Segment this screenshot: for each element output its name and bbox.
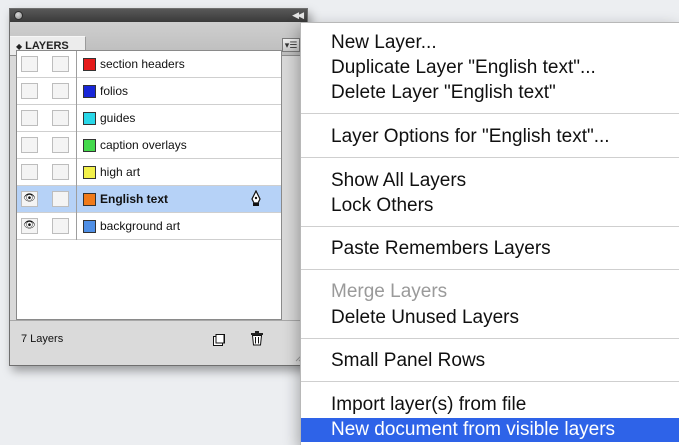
row-divider [76, 213, 77, 240]
menu-item-new-document-from-visible-layers[interactable]: New document from visible layers [301, 418, 679, 442]
layer-name[interactable]: caption overlays [100, 132, 187, 159]
layer-name[interactable]: guides [100, 105, 135, 132]
new-layer-icon[interactable] [213, 334, 225, 346]
lock-toggle[interactable] [52, 191, 69, 207]
layer-color-swatch [83, 220, 96, 233]
menu-item-delete-layer[interactable]: Delete Layer "English text" [301, 80, 679, 105]
layer-color-swatch [83, 139, 96, 152]
menu-separator [301, 157, 679, 158]
layer-count: 7 Layers [21, 333, 64, 345]
menu-item-paste-remembers-layers[interactable]: Paste Remembers Layers [301, 236, 679, 261]
menu-item-layer-options[interactable]: Layer Options for "English text"... [301, 124, 679, 149]
layer-color-swatch [83, 85, 96, 98]
row-divider [76, 105, 77, 132]
menu-separator [301, 338, 679, 339]
row-divider [76, 132, 77, 159]
visibility-toggle[interactable] [21, 110, 38, 126]
layer-row[interactable]: section headers [17, 51, 281, 78]
layer-color-swatch [83, 166, 96, 179]
menu-separator [301, 381, 679, 382]
row-divider [76, 51, 77, 78]
layer-row[interactable]: high art [17, 159, 281, 186]
menu-item-new-layer[interactable]: New Layer... [301, 30, 679, 55]
layer-color-swatch [83, 58, 96, 71]
eye-icon: 👁 [23, 193, 36, 204]
menu-item-merge-layers: Merge Layers [331, 281, 448, 302]
layer-row-selected[interactable]: 👁 English text [17, 186, 281, 213]
pen-icon [251, 190, 261, 206]
row-divider [76, 78, 77, 105]
lock-toggle[interactable] [52, 164, 69, 180]
layer-name[interactable]: English text [100, 186, 168, 213]
layers-context-menu: New Layer... Duplicate Layer "English te… [300, 22, 679, 445]
menu-item-show-all-layers[interactable]: Show All Layers [301, 168, 679, 193]
trash-icon[interactable] [250, 331, 264, 346]
lock-toggle[interactable] [52, 83, 69, 99]
panel-menu-button[interactable]: ▾☰ [282, 38, 300, 52]
layers-list: section headers folios guides caption ov… [16, 50, 282, 320]
layer-row[interactable]: folios [17, 78, 281, 105]
layer-name[interactable]: section headers [100, 51, 185, 78]
menu-separator [301, 269, 679, 270]
lock-toggle[interactable] [52, 137, 69, 153]
eye-icon: 👁 [23, 220, 36, 231]
layer-color-swatch [83, 112, 96, 125]
menu-item-delete-unused-layers[interactable]: Delete Unused Layers [301, 305, 679, 330]
visibility-toggle[interactable] [21, 56, 38, 72]
layer-name[interactable]: folios [100, 78, 128, 105]
panel-titlebar[interactable]: ◀◀ [10, 9, 307, 22]
visibility-toggle[interactable] [21, 83, 38, 99]
layer-color-swatch [83, 193, 96, 206]
row-divider [76, 159, 77, 186]
visibility-toggle[interactable] [21, 164, 38, 180]
panel-footer: 7 Layers [10, 320, 307, 365]
close-icon[interactable] [14, 11, 23, 20]
layer-name[interactable]: background art [100, 213, 180, 240]
menu-item-small-panel-rows[interactable]: Small Panel Rows [301, 348, 679, 373]
layer-row[interactable]: 👁 background art [17, 213, 281, 240]
visibility-toggle[interactable]: 👁 [21, 218, 38, 234]
lock-toggle[interactable] [52, 110, 69, 126]
layer-name[interactable]: high art [100, 159, 140, 186]
layers-panel: ◀◀ ◆ LAYERS ▾☰ section headers folios gu… [9, 8, 308, 366]
row-divider [76, 186, 77, 213]
menu-separator [301, 226, 679, 227]
visibility-toggle[interactable] [21, 137, 38, 153]
lock-toggle[interactable] [52, 56, 69, 72]
menu-item-import-layers[interactable]: Import layer(s) from file [301, 392, 679, 417]
menu-item-lock-others[interactable]: Lock Others [301, 193, 679, 218]
lock-toggle[interactable] [52, 218, 69, 234]
collapse-icon[interactable]: ◀◀ [292, 9, 304, 22]
layer-row[interactable]: caption overlays [17, 132, 281, 159]
visibility-toggle[interactable]: 👁 [21, 191, 38, 207]
menu-separator [301, 113, 679, 114]
layer-row[interactable]: guides [17, 105, 281, 132]
menu-item-duplicate-layer[interactable]: Duplicate Layer "English text"... [301, 55, 679, 80]
